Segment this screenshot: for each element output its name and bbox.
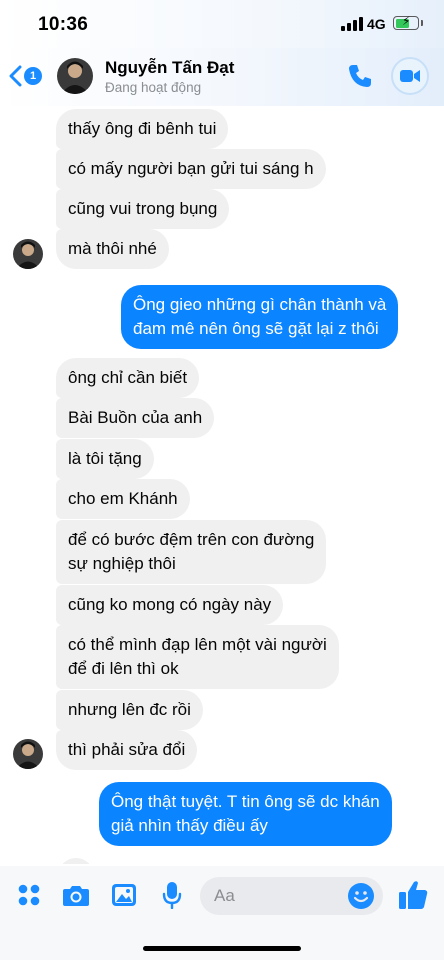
four-dots-icon [18,884,40,906]
message-text: Ông thật tuyệt. T tin ông sẽ dc khán [111,792,380,811]
message-bubble-incoming[interactable]: thì phải sửa đổi [56,730,198,770]
message-text: cũng vui trong bụng [68,199,218,218]
camera-icon [63,886,89,906]
more-actions-button[interactable] [14,880,44,910]
network-type: 4G [367,16,386,32]
message-bubble-incoming[interactable]: Bài Buồn của anh [56,398,215,438]
message-text: Ông gieo những gì chân thành và [133,295,387,314]
sender-avatar[interactable] [13,239,43,269]
message-text: thấy ông đi bênh tui [68,119,217,138]
status-time: 10:36 [38,14,89,35]
message-text: cũng ko mong có ngày này [68,595,272,614]
like-button[interactable] [396,878,430,912]
gallery-button[interactable] [109,880,139,910]
message-text: ông chỉ cần biết [68,368,188,387]
message-input-placeholder: Aa [214,886,235,905]
message-input[interactable]: Aa [200,877,383,915]
message-text: là tôi tặng [68,449,142,468]
message-text: giả nhìn thấy điều ấy [111,816,268,835]
camera-button[interactable] [61,880,91,910]
message-text: sự nghiệp thôi [68,554,176,573]
composer-bar: Aa [0,866,444,960]
message-text: Bài Buồn của anh [68,408,203,427]
smiley-icon [348,883,374,909]
message-text: có mấy người bạn gửi tui sáng h [68,159,314,178]
message-bubble-incoming[interactable]: có thể mình đạp lên một vài người để đi … [56,625,339,689]
message-bubble-incoming[interactable]: cũng vui trong bụng [56,189,230,229]
message-text: có thể mình đạp lên một vài người [68,635,327,654]
emoji-button[interactable] [347,882,375,910]
message-bubble-incoming[interactable]: thấy ông đi bênh tui [56,109,229,149]
video-camera-icon [400,70,420,82]
message-bubble-incoming[interactable]: cho em Khánh [56,479,190,519]
message-text: nhưng lên đc rồi [68,700,191,719]
message-bubble-outgoing[interactable]: Ông gieo những gì chân thành và đam mê n… [121,285,399,349]
message-text: đam mê nên ông sẽ gặt lại z thôi [133,319,379,338]
message-text: cho em Khánh [68,489,178,508]
message-bubble-incoming[interactable]: cũng ko mong có ngày này [56,585,284,625]
signal-icon [341,17,363,31]
image-icon [112,884,136,906]
contact-avatar[interactable] [57,58,93,94]
home-indicator[interactable] [143,946,301,951]
message-text: để đi lên thì ok [68,659,179,678]
status-bar: 10:36 4G ⚡ [0,0,444,48]
unread-count-badge: 1 [24,67,42,85]
partial-message-bubble [56,854,96,864]
contact-status: Đang hoạt động [105,80,202,95]
message-text: để có bước đệm trên con đường [68,530,315,549]
message-bubble-incoming[interactable]: ông chỉ cần biết [56,358,200,398]
chevron-left-icon [9,65,22,87]
phone-icon [349,65,371,87]
message-bubble-incoming[interactable]: để có bước đệm trên con đường sự nghiệp … [56,520,327,584]
voice-button[interactable] [157,880,187,910]
call-button[interactable] [344,60,376,92]
message-bubble-incoming[interactable]: có mấy người bạn gửi tui sáng h [56,149,326,189]
sender-avatar[interactable] [13,739,43,769]
message-text: mà thôi nhé [68,239,157,258]
thumbs-up-icon [399,881,428,909]
contact-name[interactable]: Nguyễn Tấn Đạt [105,58,234,78]
message-bubble-incoming[interactable]: nhưng lên đc rồi [56,690,203,730]
back-button[interactable]: 1 [8,60,48,92]
message-text: thì phải sửa đổi [68,740,186,759]
message-bubble-outgoing[interactable]: Ông thật tuyệt. T tin ông sẽ dc khán giả… [99,782,392,846]
microphone-icon [162,882,182,909]
message-bubble-incoming[interactable]: mà thôi nhé [56,229,169,269]
battery-icon: ⚡ [393,14,423,30]
message-bubble-incoming[interactable]: là tôi tặng [56,439,154,479]
video-call-button[interactable] [391,57,429,95]
chat-header: 1 Nguyễn Tấn Đạt Đang hoạt động [0,48,444,106]
